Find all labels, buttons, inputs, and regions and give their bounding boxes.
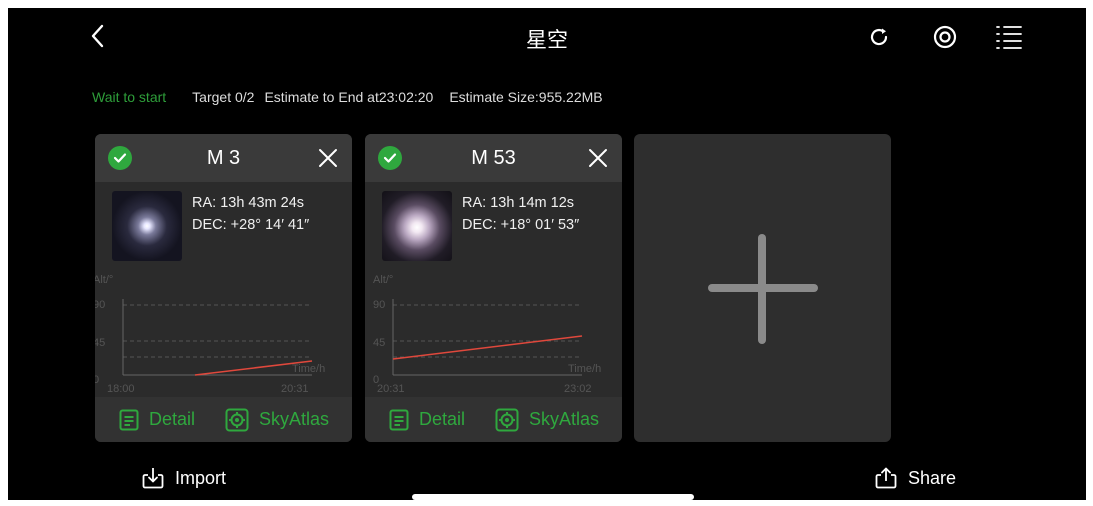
refresh-icon <box>870 28 888 46</box>
skyatlas-button[interactable]: SkyAtlas <box>225 408 329 432</box>
status-state: Wait to start <box>92 89 167 105</box>
import-button[interactable]: Import <box>141 466 226 490</box>
import-icon <box>142 468 164 489</box>
altitude-chart: Alt/° 90 45 0 Time/h 18:00 20:31 <box>95 274 325 395</box>
detail-label: Detail <box>149 409 196 429</box>
card-footer: Detail SkyAtlas <box>95 397 352 442</box>
crosshair-icon <box>225 408 249 431</box>
close-icon[interactable] <box>586 146 610 170</box>
y-tick: 45 <box>373 337 385 349</box>
share-label: Share <box>908 467 957 488</box>
target-icon <box>933 25 957 49</box>
app-screen: 星空 Wait to start Target 0/2 Estimate to … <box>8 8 1086 500</box>
target-coordinates: RA: 13h 43m 24s DEC: +28° 14′ 41″ <box>192 192 309 236</box>
detail-button[interactable]: Detail <box>389 409 465 431</box>
altitude-chart: Alt/° 90 45 0 Time/h 20:31 23:02 <box>373 274 601 395</box>
status-target-count: Target 0/2 <box>192 89 255 105</box>
target-card[interactable]: M 3 RA: 13h 43m 24s DEC: +28° 14′ 41″ Al… <box>95 134 352 442</box>
x-tick-end: 20:31 <box>281 383 309 395</box>
target-name: M 53 <box>471 147 516 169</box>
dec-value: DEC: +28° 14′ 41″ <box>192 217 310 233</box>
dec-value: DEC: +18° 01′ 53″ <box>462 217 580 233</box>
y-tick: 90 <box>95 299 105 311</box>
target-button[interactable] <box>930 22 960 52</box>
detail-button[interactable]: Detail <box>119 409 195 431</box>
plan-status-bar: Wait to start Target 0/2 Estimate to End… <box>92 89 603 105</box>
y-tick: 0 <box>95 374 99 386</box>
skyatlas-button[interactable]: SkyAtlas <box>495 408 599 432</box>
x-axis-label: Time/h <box>568 363 601 375</box>
crosshair-icon <box>495 408 519 431</box>
ra-value: RA: 13h 43m 24s <box>192 195 305 211</box>
close-icon[interactable] <box>316 146 340 170</box>
ra-value: RA: 13h 14m 12s <box>462 195 575 211</box>
page-title: 星空 <box>526 28 568 52</box>
y-axis-label: Alt/° <box>95 274 113 286</box>
add-target-button[interactable] <box>634 134 891 442</box>
y-tick: 90 <box>373 299 385 311</box>
detail-label: Detail <box>419 409 466 429</box>
x-tick-end: 23:02 <box>564 383 592 395</box>
x-axis-label: Time/h <box>292 363 325 375</box>
target-coordinates: RA: 13h 14m 12s DEC: +18° 01′ 53″ <box>462 192 579 236</box>
target-thumbnail <box>112 191 182 261</box>
card-footer: Detail SkyAtlas <box>365 397 622 442</box>
status-estimate-size: Estimate Size:955.22MB <box>449 89 603 105</box>
list-button[interactable] <box>993 21 1025 53</box>
share-icon <box>875 467 897 489</box>
refresh-button[interactable] <box>864 22 894 52</box>
target-name: M 3 <box>206 147 241 169</box>
skyatlas-label: SkyAtlas <box>259 409 330 429</box>
list-icon <box>996 26 1022 49</box>
import-label: Import <box>175 467 227 488</box>
y-tick: 45 <box>95 337 105 349</box>
target-thumbnail <box>382 191 452 261</box>
document-icon <box>389 409 409 430</box>
altitude-curve <box>392 335 583 360</box>
card-header: M 3 <box>95 134 352 182</box>
target-card[interactable]: M 53 RA: 13h 14m 12s DEC: +18° 01′ 53″ A… <box>365 134 622 442</box>
plus-icon-bar <box>708 284 818 292</box>
status-estimate-end: Estimate to End at23:02:20 <box>264 89 434 105</box>
y-axis-label: Alt/° <box>373 274 393 286</box>
x-tick-start: 20:31 <box>377 383 405 395</box>
skyatlas-label: SkyAtlas <box>529 409 600 429</box>
share-button[interactable]: Share <box>874 466 956 490</box>
x-tick-start: 18:00 <box>107 383 135 395</box>
card-header: M 53 <box>365 134 622 182</box>
document-icon <box>119 409 139 430</box>
home-indicator[interactable] <box>412 494 694 500</box>
